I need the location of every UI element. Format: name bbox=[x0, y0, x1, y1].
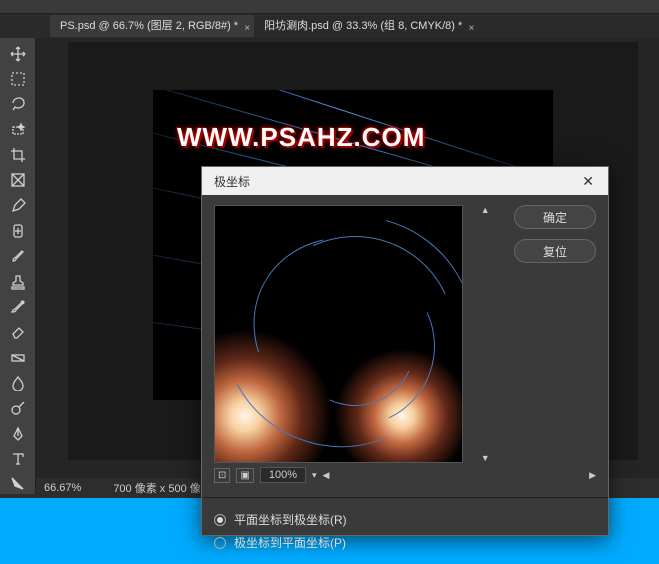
healing-tool[interactable] bbox=[6, 221, 30, 240]
brush-tool[interactable] bbox=[6, 247, 30, 266]
path-tool[interactable] bbox=[6, 475, 30, 494]
stamp-tool[interactable] bbox=[6, 272, 30, 291]
separator bbox=[202, 497, 608, 498]
marquee-tool[interactable] bbox=[6, 69, 30, 88]
preview-vertical-scroll[interactable]: ▲ ▼ bbox=[479, 205, 492, 463]
gradient-tool[interactable] bbox=[6, 348, 30, 367]
polar-coordinates-dialog: 极坐标 ✕ ▲ ▼ 确定 复位 ⊡ bbox=[201, 166, 609, 536]
type-tool[interactable] bbox=[6, 449, 30, 468]
dialog-titlebar[interactable]: 极坐标 ✕ bbox=[202, 167, 608, 195]
chevron-down-icon[interactable]: ▾ bbox=[312, 470, 317, 481]
zoom-in-icon[interactable]: ▶ bbox=[589, 470, 596, 481]
menubar bbox=[0, 0, 659, 14]
preview-zoom-controls: ⊡ ▣ 100% ▾ ◀ ▶ bbox=[214, 467, 596, 483]
crop-tool[interactable] bbox=[6, 145, 30, 164]
tab-label: PS.psd @ 66.7% (图层 2, RGB/8#) * bbox=[60, 20, 238, 32]
frame-tool[interactable] bbox=[6, 171, 30, 190]
eraser-tool[interactable] bbox=[6, 323, 30, 342]
close-icon[interactable]: × bbox=[468, 18, 474, 40]
option-label: 平面坐标到极坐标(R) bbox=[234, 511, 347, 528]
option-label: 极坐标到平面坐标(P) bbox=[234, 534, 346, 551]
filter-preview[interactable] bbox=[214, 205, 463, 463]
zoom-out-icon[interactable]: ◀ bbox=[323, 470, 330, 481]
magic-wand-tool[interactable] bbox=[6, 120, 30, 139]
history-brush-tool[interactable] bbox=[6, 297, 30, 316]
dodge-tool[interactable] bbox=[6, 399, 30, 418]
fit-icon[interactable]: ⊡ bbox=[214, 468, 230, 483]
tools-panel bbox=[0, 38, 36, 494]
scroll-up-icon[interactable]: ▲ bbox=[481, 205, 490, 215]
document-tabs: PS.psd @ 66.7% (图层 2, RGB/8#) * × 阳坊涮肉.p… bbox=[0, 14, 659, 38]
zoom-level[interactable]: 66.67% bbox=[44, 482, 93, 494]
option-rect-to-polar[interactable]: 平面坐标到极坐标(R) bbox=[214, 508, 596, 531]
close-icon[interactable]: ✕ bbox=[576, 171, 600, 192]
pen-tool[interactable] bbox=[6, 424, 30, 443]
ok-button[interactable]: 确定 bbox=[514, 205, 596, 229]
lasso-tool[interactable] bbox=[6, 95, 30, 114]
scroll-down-icon[interactable]: ▼ bbox=[481, 453, 490, 463]
zoom-percent[interactable]: 100% bbox=[260, 467, 306, 483]
close-icon[interactable]: × bbox=[244, 18, 250, 40]
option-polar-to-rect[interactable]: 极坐标到平面坐标(P) bbox=[214, 531, 596, 554]
watermark-text: WWW.PSAHZ.COM bbox=[177, 122, 425, 153]
tab-ps-psd[interactable]: PS.psd @ 66.7% (图层 2, RGB/8#) * × bbox=[50, 15, 254, 37]
reset-button[interactable]: 复位 bbox=[514, 239, 596, 263]
radio-icon[interactable] bbox=[214, 514, 226, 526]
tab-label: 阳坊涮肉.psd @ 33.3% (组 8, CMYK/8) * bbox=[264, 20, 462, 32]
blur-tool[interactable] bbox=[6, 373, 30, 392]
actual-pixels-icon[interactable]: ▣ bbox=[236, 468, 253, 483]
radio-icon[interactable] bbox=[214, 537, 226, 549]
dialog-title: 极坐标 bbox=[214, 173, 250, 190]
tab-yangfang-psd[interactable]: 阳坊涮肉.psd @ 33.3% (组 8, CMYK/8) * × bbox=[254, 15, 478, 37]
move-tool[interactable] bbox=[6, 44, 30, 63]
eyedropper-tool[interactable] bbox=[6, 196, 30, 215]
